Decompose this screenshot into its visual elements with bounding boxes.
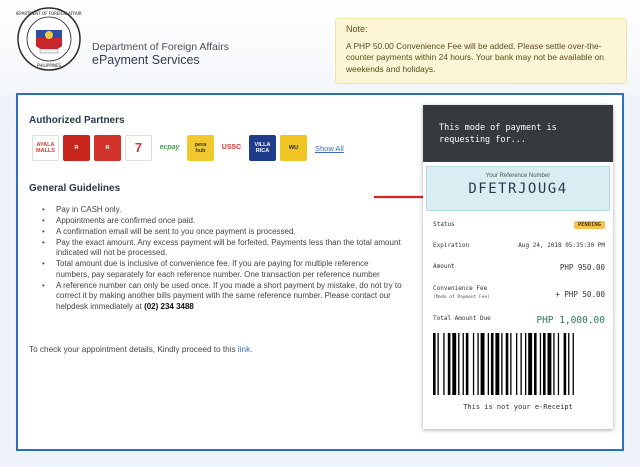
expiration-row: Expiration Aug 24, 2018 05:35:30 PM (433, 242, 605, 249)
seven-eleven-logo: 7 (125, 135, 152, 161)
fee-label: Convenience Fee (433, 285, 488, 292)
partner-logos: AYALA MALLS R R 7 ecpay pera hub USSC VILL… (32, 135, 344, 161)
western-union-logo: WU (280, 135, 307, 161)
page-header: DEPARTMENT OF FOREIGN AFFAIRS PHILIPPINE… (0, 0, 640, 95)
ecpay-logo: ecpay (156, 135, 183, 161)
helpdesk-phone: (02) 234 3488 (144, 301, 194, 311)
svg-text:PHILIPPINES: PHILIPPINES (37, 63, 62, 68)
villarica-logo: VILLA RICA (249, 135, 276, 161)
note-body: A PHP 50.00 Convenience Fee will be adde… (346, 40, 604, 74)
reference-label: Your Reference Number (485, 173, 551, 179)
service-name: ePayment Services (92, 53, 200, 67)
check-text: To check your appointment details, Kindl… (29, 345, 236, 354)
total-label: Total Amount Due (433, 315, 491, 322)
ussc-logo: USSC (218, 135, 245, 161)
department-name: Department of Foreign Affairs (92, 41, 229, 53)
appointment-details-link[interactable]: link. (238, 345, 253, 354)
expiration-label: Expiration (433, 242, 470, 249)
amount-row: Amount PHP 950.00 (433, 263, 605, 272)
guideline-item: A reference number can only be used once… (42, 281, 402, 312)
guideline-item: Total amount due is inclusive of conveni… (42, 259, 402, 280)
payment-receipt: This mode of payment is requesting for..… (423, 105, 613, 429)
receipt-heading: This mode of payment is requesting for..… (423, 105, 613, 162)
amount-label: Amount (433, 263, 455, 270)
pera-hub-logo: pera hub (187, 135, 214, 161)
fee-value: + PHP 50.00 (555, 290, 605, 299)
total-value: PHP 1,000.00 (536, 315, 605, 326)
check-appointment-text: To check your appointment details, Kindl… (29, 345, 252, 354)
convenience-fee-note: Note: A PHP 50.00 Convenience Fee will b… (335, 18, 627, 84)
ayala-malls-logo: AYALA MALLS (32, 135, 59, 161)
svg-text:DEPARTMENT OF FOREIGN AFFAIRS: DEPARTMENT OF FOREIGN AFFAIRS (16, 11, 82, 16)
guideline-item: Appointments are confirmed once paid. (42, 216, 402, 227)
fee-row: Convenience Fee (Mode of Payment Fee) + … (433, 285, 605, 300)
reference-number: DFETRJOUG4 (468, 181, 568, 197)
guideline-item: A confirmation email will be sent to you… (42, 227, 402, 238)
show-all-link[interactable]: Show All (315, 144, 344, 153)
reference-number-box: Your Reference Number DFETRJOUG4 (426, 166, 610, 211)
guideline-text: A reference number can only be used once… (56, 280, 402, 311)
dfa-seal-logo: DEPARTMENT OF FOREIGN AFFAIRS PHILIPPINE… (16, 7, 82, 71)
guidelines-list: Pay in CASH only. Appointments are confi… (42, 205, 402, 313)
general-guidelines-title: General Guidelines (29, 183, 121, 194)
note-title: Note: (346, 24, 368, 34)
payment-card: Authorized Partners AYALA MALLS R R 7 ecp… (16, 93, 624, 451)
robinsons-logo: R (63, 135, 90, 161)
not-receipt-notice: This is not your e-Receipt (463, 403, 573, 411)
status-row: Status PENDING (433, 221, 605, 229)
amount-value: PHP 950.00 (559, 263, 605, 272)
robinsons-dept-logo: R (94, 135, 121, 161)
guideline-item: Pay in CASH only. (42, 205, 402, 216)
total-row: Total Amount Due PHP 1,000.00 (433, 315, 605, 326)
status-label: Status (433, 221, 455, 228)
expiration-value: Aug 24, 2018 05:35:30 PM (518, 242, 605, 249)
authorized-partners-title: Authorized Partners (29, 115, 125, 126)
status-badge: PENDING (573, 221, 605, 229)
guideline-item: Pay the exact amount. Any excess payment… (42, 238, 402, 259)
barcode (433, 333, 574, 395)
